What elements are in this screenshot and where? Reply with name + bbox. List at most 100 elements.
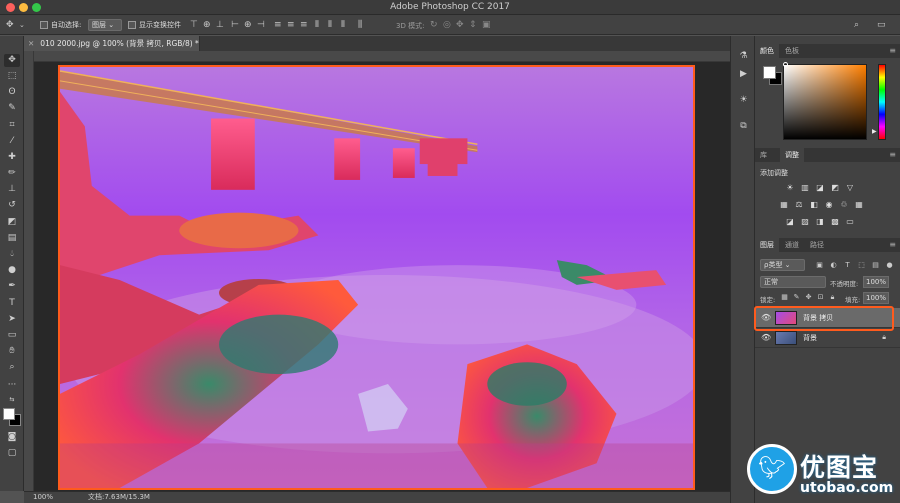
invert-icon[interactable]: ◪ — [785, 217, 795, 227]
eraser-tool-icon[interactable]: ◩ — [4, 216, 20, 229]
auto-align-icon[interactable]: ⫼ — [358, 19, 362, 31]
exposure-icon[interactable]: ◩ — [830, 183, 840, 193]
tab-adjustments[interactable]: 调整 — [780, 148, 804, 162]
hue-saturation-icon[interactable]: ▦ — [779, 200, 789, 210]
healing-brush-tool-icon[interactable]: ✚ — [4, 151, 20, 164]
adjustments-panel-menu-icon[interactable]: ≡ — [889, 150, 896, 159]
distribute-top-icon[interactable]: ≡ — [274, 19, 282, 31]
marquee-tool-icon[interactable]: ⬚ — [4, 70, 20, 83]
document-tab[interactable]: ✕ 010 2000.jpg @ 100% (背景 拷贝, RGB/8) * — [24, 36, 200, 51]
history-brush-tool-icon[interactable]: ↺ — [4, 199, 20, 212]
crop-tool-icon[interactable]: ⌗ — [4, 119, 20, 132]
distribute-hcenter-icon[interactable]: ⦀ — [328, 19, 332, 31]
document-canvas[interactable] — [58, 65, 695, 490]
filter-toggle-icon[interactable]: ● — [885, 260, 894, 270]
color-panel-menu-icon[interactable]: ≡ — [889, 46, 896, 55]
threshold-icon[interactable]: ◨ — [815, 217, 825, 227]
quick-select-tool-icon[interactable]: ✎ — [4, 102, 20, 115]
align-bottom-icon[interactable]: ⊥ — [216, 19, 224, 31]
vibrance-icon[interactable]: ▽ — [845, 183, 855, 193]
filter-smart-object-icon[interactable]: ▤ — [871, 260, 880, 270]
brush-tool-icon[interactable]: ✏ — [4, 167, 20, 180]
auto-select-target-dropdown[interactable]: 图层 ⌄ — [88, 19, 122, 31]
layers-panel-menu-icon[interactable]: ≡ — [889, 240, 896, 249]
foreground-color-swatch[interactable] — [3, 408, 15, 420]
hue-slider-handle[interactable]: ▶ — [872, 128, 877, 135]
color-spectrum-field[interactable] — [783, 64, 867, 140]
align-right-icon[interactable]: ⊣ — [257, 19, 265, 31]
3d-slide-icon[interactable]: ⇕ — [469, 19, 477, 31]
hue-slider[interactable] — [878, 64, 886, 140]
hand-tool-icon[interactable]: ✋︎ — [4, 345, 20, 358]
filter-pixel-icon[interactable]: ▣ — [815, 260, 824, 270]
document-size[interactable]: 文档:7.63M/15.3M — [88, 492, 150, 503]
3d-orbit-icon[interactable]: ↻ — [430, 19, 438, 31]
auto-select-checkbox[interactable] — [40, 21, 48, 29]
gradient-map-icon[interactable]: ▭ — [845, 217, 855, 227]
color-panel-foreground-swatch[interactable] — [763, 66, 776, 79]
properties-panel-icon[interactable]: ⧉ — [737, 120, 750, 133]
tab-color[interactable]: 颜色 — [755, 44, 779, 58]
dodge-tool-icon[interactable]: ● — [4, 264, 20, 277]
levels-icon[interactable]: ▥ — [800, 183, 810, 193]
tab-paths[interactable]: 路径 — [805, 238, 829, 252]
lasso-tool-icon[interactable]: ʘ — [4, 86, 20, 99]
actions-panel-icon[interactable]: ▶ — [737, 68, 750, 81]
type-tool-icon[interactable]: T — [4, 297, 20, 310]
curves-icon[interactable]: ◪ — [815, 183, 825, 193]
3d-roll-icon[interactable]: ◎ — [443, 19, 451, 31]
history-panel-icon[interactable]: ⚗ — [737, 50, 750, 63]
move-tool-icon[interactable]: ✥ — [4, 54, 20, 67]
screen-mode-icon[interactable]: ▢ — [4, 447, 20, 460]
tab-swatches[interactable]: 色板 — [780, 44, 804, 58]
tab-layers[interactable]: 图层 — [755, 238, 779, 252]
blur-tool-icon[interactable]: 💧︎ — [4, 248, 20, 261]
tab-channels[interactable]: 通道 — [780, 238, 804, 252]
search-icon[interactable]: ⌕ — [854, 19, 859, 31]
more-tools-icon[interactable]: ··· — [4, 379, 20, 392]
filter-type-icon[interactable]: T — [843, 260, 852, 270]
color-balance-icon[interactable]: ⚖ — [794, 200, 804, 210]
blend-mode-dropdown[interactable]: 正常 — [760, 276, 826, 288]
lock-artboard-icon[interactable]: ⊡ — [816, 292, 825, 302]
show-transform-checkbox[interactable] — [128, 21, 136, 29]
clone-stamp-tool-icon[interactable]: ⊥ — [4, 183, 20, 196]
gradient-tool-icon[interactable]: ▤ — [4, 232, 20, 245]
swap-colors-icon[interactable]: ⇆ — [4, 393, 20, 406]
brightness-panel-icon[interactable]: ☀ — [737, 94, 750, 107]
visibility-eye-icon[interactable]: 👁︎ — [761, 333, 771, 342]
channel-mixer-icon[interactable]: ♲ — [839, 200, 849, 210]
eyedropper-tool-icon[interactable]: ⁄ — [4, 135, 20, 148]
align-hcenter-icon[interactable]: ⊕ — [244, 19, 252, 31]
workspace-icon[interactable]: ▭ — [877, 19, 886, 31]
path-selection-tool-icon[interactable]: ➤ — [4, 313, 20, 326]
tab-libraries[interactable]: 库 — [755, 148, 772, 162]
layer-row[interactable]: 👁︎ 背景 🔒︎ — [755, 328, 900, 348]
quick-mask-icon[interactable]: ◙ — [4, 431, 20, 444]
brightness-contrast-icon[interactable]: ☀ — [785, 183, 795, 193]
distribute-right-icon[interactable]: ⦀ — [341, 19, 345, 31]
posterize-icon[interactable]: ▨ — [800, 217, 810, 227]
3d-pan-icon[interactable]: ✥ — [456, 19, 464, 31]
selective-color-icon[interactable]: ▩ — [830, 217, 840, 227]
distribute-bottom-icon[interactable]: ≡ — [300, 19, 308, 31]
filter-adjustment-icon[interactable]: ◐ — [829, 260, 838, 270]
lock-position-icon[interactable]: ✥ — [804, 292, 813, 302]
fill-field[interactable]: 100% — [863, 292, 889, 304]
distribute-left-icon[interactable]: ⦀ — [315, 19, 319, 31]
lock-transparency-icon[interactable]: ▦ — [780, 292, 789, 302]
zoom-level[interactable]: 100% — [33, 492, 53, 503]
opacity-field[interactable]: 100% — [863, 276, 889, 288]
rectangle-tool-icon[interactable]: ▭ — [4, 329, 20, 342]
lock-image-icon[interactable]: ✎ — [792, 292, 801, 302]
layer-filter-dropdown[interactable]: ρ类型 ⌄ — [760, 259, 805, 271]
move-tool-icon[interactable]: ✥ — [6, 19, 14, 31]
align-top-icon[interactable]: ⊤ — [190, 19, 198, 31]
tool-preset-dropdown-icon[interactable]: ⌄ — [19, 19, 25, 31]
close-tab-icon[interactable]: ✕ — [28, 39, 34, 48]
black-white-icon[interactable]: ◧ — [809, 200, 819, 210]
photo-filter-icon[interactable]: ◉ — [824, 200, 834, 210]
lock-all-icon[interactable]: 🔒︎ — [828, 292, 837, 302]
align-left-icon[interactable]: ⊢ — [231, 19, 239, 31]
pen-tool-icon[interactable]: ✒ — [4, 280, 20, 293]
